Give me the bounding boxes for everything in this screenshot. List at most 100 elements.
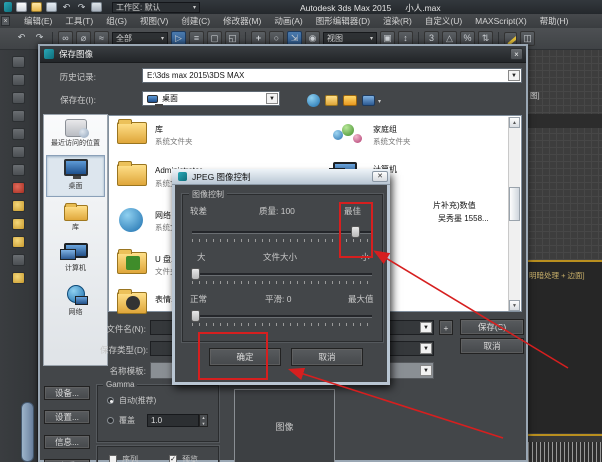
menu-rendering[interactable]: 渲染(R) — [383, 15, 412, 27]
network-item-icon[interactable] — [119, 208, 143, 232]
file-item-fragment[interactable]: 吴秀墨 1558... — [438, 213, 489, 224]
history-dropdown[interactable]: E:\3ds max 2015\3DS MAX ▼ — [142, 68, 522, 83]
folder-user-icon[interactable] — [117, 161, 147, 186]
go-to-last-folder-icon[interactable] — [307, 94, 320, 107]
file-item-name[interactable]: 库 — [155, 124, 163, 135]
chevron-down-icon[interactable]: ▾ — [378, 98, 381, 105]
menu-customize[interactable]: 自定义(U) — [425, 15, 462, 27]
place-desktop[interactable]: 桌面 — [46, 155, 105, 197]
options-group: 序列 ✓ 预览 — [97, 446, 219, 462]
chevron-down-icon[interactable]: ▼ — [266, 93, 278, 104]
ribbon-icon[interactable] — [12, 272, 25, 284]
gamma-override-radio[interactable] — [107, 417, 114, 424]
gamma-override-field[interactable]: 1.0 — [147, 414, 199, 427]
filesize-slider-thumb[interactable] — [191, 268, 200, 280]
gamma-auto-radio[interactable] — [107, 397, 114, 404]
recent-places-icon — [64, 119, 89, 138]
chevron-down-icon[interactable]: ▼ — [420, 365, 432, 376]
menu-modifiers[interactable]: 修改器(M) — [223, 15, 261, 27]
smoothing-slider-track[interactable] — [192, 315, 372, 318]
viewport-grid[interactable] — [528, 50, 602, 260]
view-menu-icon[interactable] — [362, 95, 375, 106]
ribbon-icon[interactable] — [12, 56, 25, 68]
save-in-dropdown[interactable]: 桌面 ▼ — [142, 91, 280, 107]
menu-help[interactable]: 帮助(H) — [540, 15, 569, 27]
ribbon-icon[interactable] — [12, 146, 25, 158]
jpeg-cancel-button[interactable]: 取消 — [291, 348, 363, 366]
menu-animation[interactable]: 动画(A) — [274, 15, 302, 27]
place-recent[interactable]: 最近访问的位置 — [46, 119, 105, 148]
ribbon-icon[interactable] — [12, 92, 25, 104]
redo-icon[interactable]: ↷ — [76, 2, 87, 12]
docked-toolbar-close-icon[interactable]: × — [1, 16, 10, 26]
scroll-down-icon[interactable]: ▼ — [509, 300, 520, 311]
chevron-down-icon[interactable]: ▼ — [420, 343, 432, 354]
create-new-folder-icon[interactable] — [343, 95, 357, 106]
ribbon-icon[interactable] — [12, 164, 25, 176]
open-file-icon[interactable] — [31, 2, 42, 12]
ribbon-icon[interactable] — [12, 74, 25, 86]
close-icon[interactable]: × — [510, 48, 523, 60]
folder-icon[interactable] — [117, 289, 147, 314]
folder-icon[interactable] — [117, 119, 147, 144]
project-folder-icon[interactable] — [91, 2, 102, 12]
place-network[interactable]: 网络 — [46, 285, 105, 317]
app-logo-icon[interactable] — [4, 2, 12, 12]
ribbon-icon[interactable] — [12, 200, 25, 212]
menu-maxscript[interactable]: MAXScript(X) — [475, 16, 526, 26]
save-dialog-titlebar[interactable]: 保存图像 × — [40, 46, 526, 63]
viewport-shading-label[interactable]: 明暗处理 + 边面] — [529, 270, 585, 281]
setup-button[interactable]: 设置... — [44, 410, 90, 424]
menu-views[interactable]: 视图(V) — [140, 15, 168, 27]
chevron-down-icon[interactable]: ▼ — [508, 70, 520, 81]
smoothing-slider-thumb[interactable] — [191, 310, 200, 322]
track-bar-ticks[interactable] — [528, 442, 602, 462]
viewport-shaded-region[interactable] — [528, 262, 602, 433]
place-computer[interactable]: 计算机 — [46, 243, 105, 273]
chevron-down-icon[interactable]: ▼ — [420, 322, 432, 333]
file-item-fragment[interactable]: 片补充)数值 — [433, 200, 476, 211]
network-icon — [66, 285, 88, 305]
ribbon-icon[interactable] — [12, 110, 25, 122]
sequence-checkbox[interactable] — [109, 455, 117, 462]
homegroup-icon[interactable] — [333, 122, 367, 148]
menu-tools[interactable]: 工具(T) — [65, 15, 93, 27]
preview-checkbox[interactable]: ✓ — [169, 455, 177, 462]
devices-button[interactable]: 设备... — [44, 386, 90, 400]
gamma-spinner[interactable]: ▲ ▼ — [199, 414, 208, 427]
file-item-name[interactable]: 家庭组 — [373, 124, 397, 135]
panel-scrollbar[interactable] — [21, 402, 34, 462]
ribbon-icon[interactable] — [12, 218, 25, 230]
save-file-icon[interactable] — [46, 2, 57, 12]
plus-button[interactable]: + — [439, 320, 453, 335]
file-list-scrollbar[interactable]: ▲ ▼ — [508, 117, 520, 311]
close-icon[interactable]: ✕ — [372, 171, 388, 182]
ribbon-icon[interactable] — [12, 236, 25, 248]
up-one-level-icon[interactable] — [325, 95, 338, 106]
folder-icon[interactable] — [117, 249, 147, 274]
menu-graph-editors[interactable]: 图形编辑器(D) — [316, 15, 370, 27]
scroll-thumb[interactable] — [509, 187, 520, 221]
ribbon-icon[interactable] — [12, 128, 25, 140]
workspace-selector[interactable]: 工作区: 默认 ▾ — [112, 1, 200, 13]
gamma-group: Gamma 自动(推荐) 覆盖 1.0 ▲ ▼ — [97, 380, 219, 442]
cancel-button[interactable]: 取消 — [460, 338, 524, 354]
ribbon-icon[interactable] — [12, 182, 25, 194]
place-libraries[interactable]: 库 — [46, 203, 105, 232]
file-item-name[interactable]: 网络 — [155, 210, 171, 221]
save-dialog-title: 保存图像 — [59, 49, 94, 59]
new-scene-icon[interactable] — [16, 2, 27, 12]
save-button[interactable]: 保存(S) — [460, 319, 524, 335]
menu-create[interactable]: 创建(C) — [181, 15, 210, 27]
menu-edit[interactable]: 编辑(E) — [24, 15, 52, 27]
menu-group[interactable]: 组(G) — [106, 15, 127, 27]
filesize-slider-track[interactable] — [192, 273, 372, 276]
jpeg-dialog-titlebar[interactable]: JPEG 图像控制 ✕ — [172, 169, 390, 185]
ribbon-icon[interactable] — [12, 254, 25, 266]
info-button[interactable]: 信息... — [44, 435, 90, 449]
scroll-up-icon[interactable]: ▲ — [509, 117, 520, 128]
undo-icon[interactable]: ↶ — [61, 2, 72, 12]
undo-scene-icon[interactable]: ↶ — [14, 31, 29, 46]
save-in-label: 保存在(I): — [60, 95, 96, 105]
filesize-left-label: 大 — [197, 252, 206, 262]
